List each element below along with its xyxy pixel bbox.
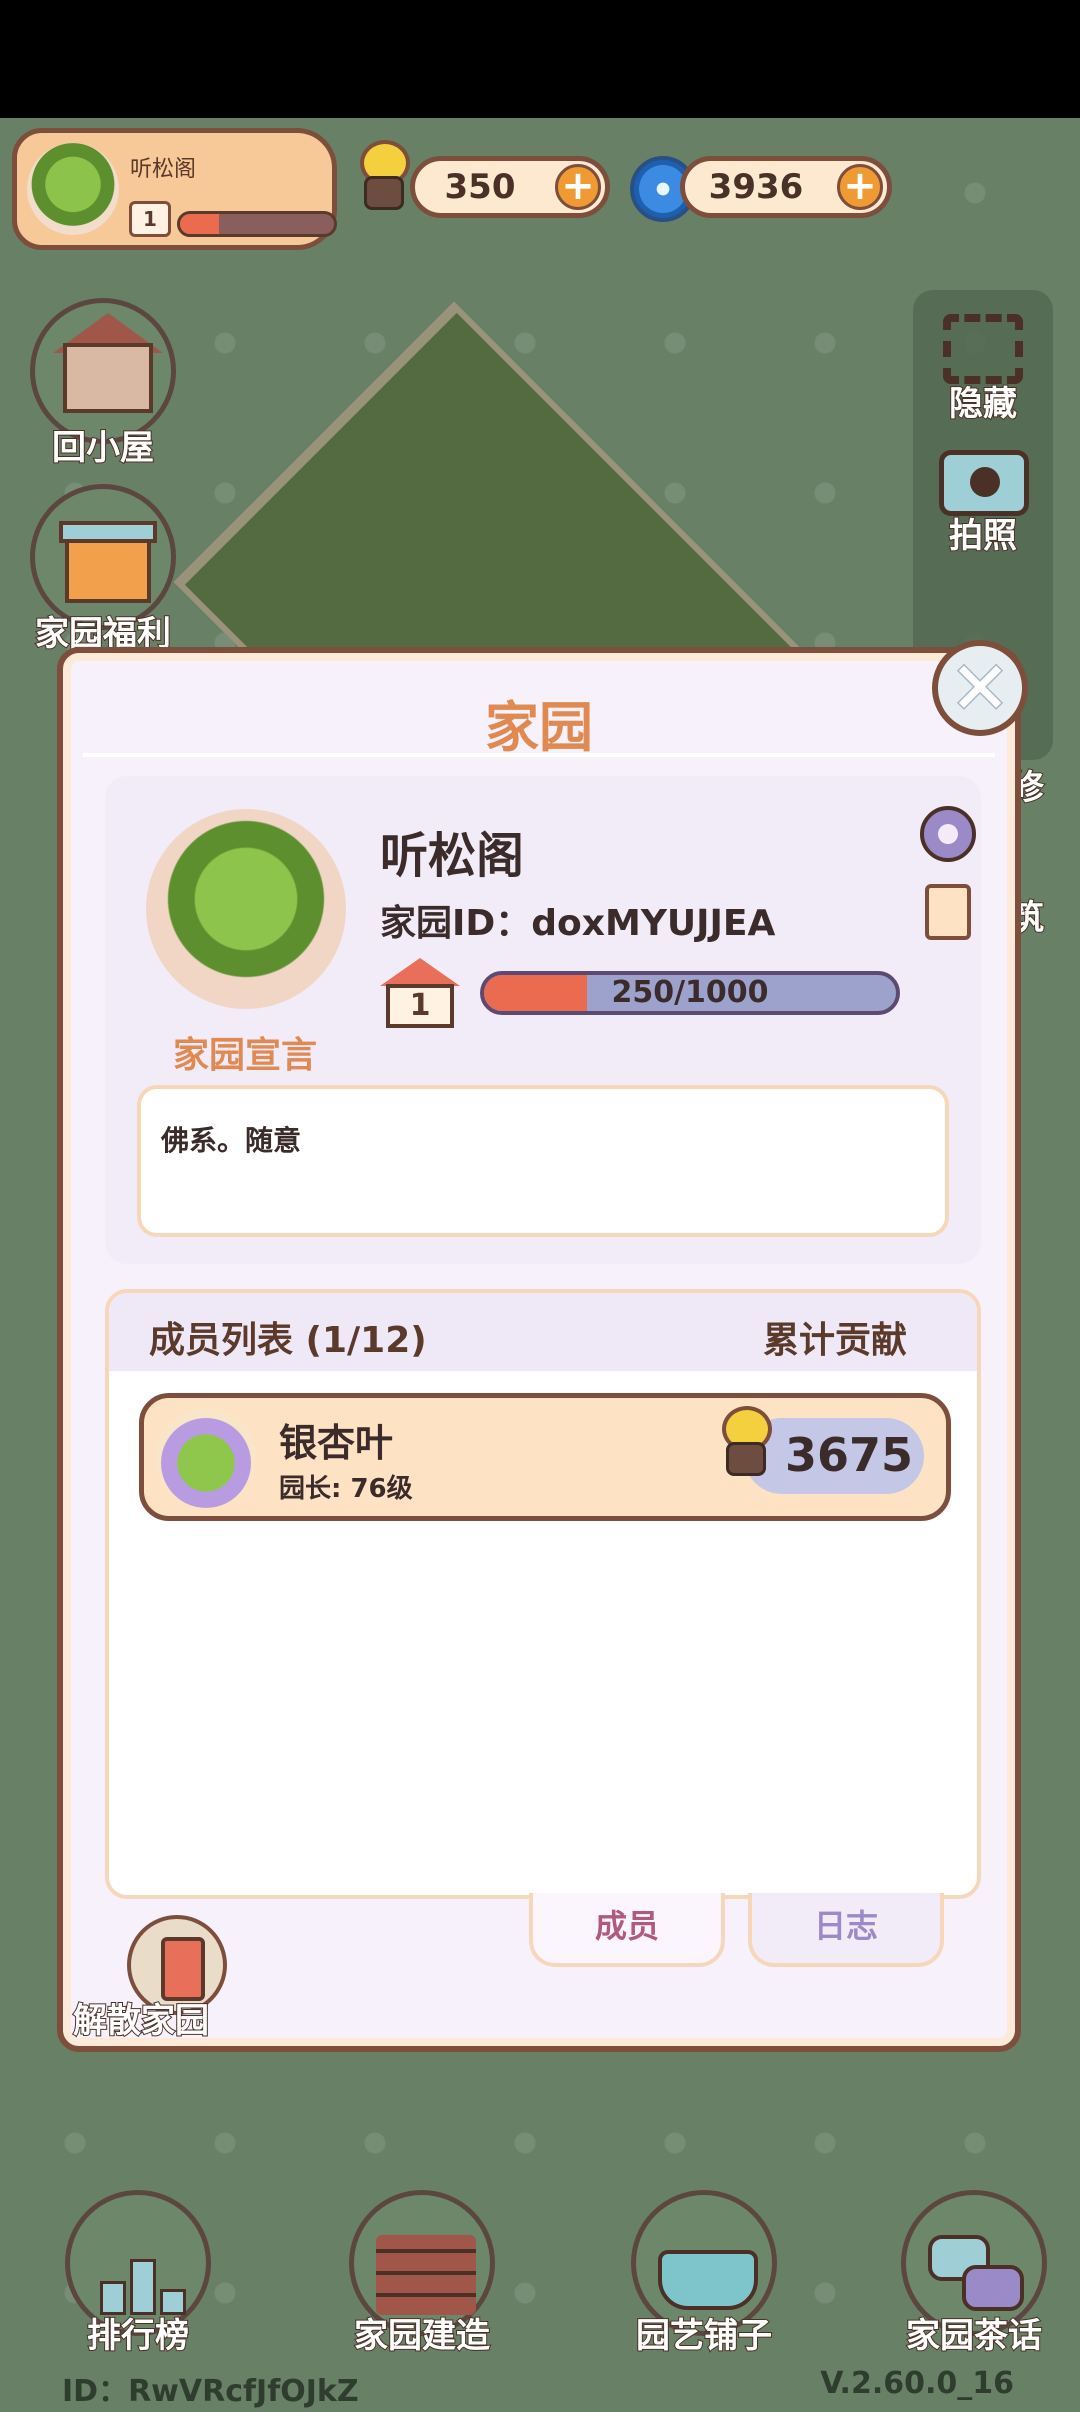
- members-header: 成员列表 (1/12) 累计贡献: [109, 1293, 977, 1371]
- manifesto-box[interactable]: 佛系。随意: [137, 1085, 949, 1237]
- title-divider: [83, 753, 995, 757]
- settings-gear-icon[interactable]: [920, 806, 976, 862]
- members-panel: 成员列表 (1/12) 累计贡献 银杏叶 园长: 76级 3675: [105, 1289, 981, 1899]
- home-info-card: 家园宣言 听松阁 家园ID：doxMYUJJEA 1 250/1000 佛系。随…: [105, 776, 981, 1264]
- home-name: 听松阁: [380, 828, 525, 884]
- nav-garden-shop-label: 园艺铺子: [635, 2315, 773, 2357]
- tab-log[interactable]: 日志: [748, 1893, 944, 1967]
- add-coins-button[interactable]: +: [555, 164, 601, 210]
- hud-home-name: 听松阁: [130, 157, 197, 182]
- version-label: V.2.60.0_16: [820, 2366, 1014, 2401]
- back-home-button[interactable]: 回小屋: [28, 298, 178, 469]
- home-dialog: 家园 家园宣言 听松阁 家园ID：doxMYUJJEA 1 250/1000 佛…: [57, 647, 1021, 2052]
- back-home-label: 回小屋: [51, 427, 155, 469]
- swirl-gem-counter: 3936 +: [680, 156, 892, 218]
- close-button[interactable]: ✕: [932, 640, 1028, 736]
- nav-home-building-label: 家园建造: [353, 2315, 491, 2357]
- snail-coin-counter: 350 +: [410, 156, 610, 218]
- copy-id-icon[interactable]: [925, 884, 971, 940]
- manifesto-text: 佛系。随意: [161, 1124, 302, 1157]
- home-exp-bar: 250/1000: [480, 971, 900, 1015]
- nav-ranking-label: 排行榜: [86, 2315, 190, 2357]
- contribution-value: 3675: [784, 1428, 914, 1482]
- home-welfare-button[interactable]: 家园福利: [28, 484, 178, 655]
- member-avatar: [156, 1408, 256, 1508]
- hide-frame-icon[interactable]: [943, 314, 1023, 384]
- nav-ranking[interactable]: 排行榜: [38, 2190, 238, 2357]
- hud-home-progress-fill: [180, 214, 219, 234]
- home-level-value: 1: [386, 984, 454, 1028]
- player-id: ID：RwVRcfJfOJkZ: [62, 2374, 359, 2409]
- photo-label[interactable]: 拍照: [913, 508, 1053, 557]
- nav-home-building[interactable]: 家园建造: [322, 2190, 522, 2357]
- member-name: 银杏叶: [279, 1421, 394, 1465]
- members-title: 成员列表 (1/12): [149, 1320, 427, 1361]
- camera-icon[interactable]: [939, 450, 1029, 516]
- add-gems-button[interactable]: +: [837, 164, 883, 210]
- nav-home-chat[interactable]: 家园茶话: [874, 2190, 1074, 2357]
- hide-label[interactable]: 隐藏: [913, 376, 1053, 425]
- contribution-header: 累计贡献: [762, 1320, 907, 1361]
- dialog-title: 家园: [485, 696, 593, 759]
- home-level-badge: 1: [380, 958, 460, 1028]
- dissolve-home-label[interactable]: 解散家园: [72, 1993, 210, 2042]
- snail-coin-value: 350: [444, 167, 516, 207]
- nav-garden-shop[interactable]: 园艺铺子: [604, 2190, 804, 2357]
- member-role: 园长: 76级: [279, 1474, 413, 1504]
- home-plant-icon: [27, 143, 119, 235]
- tab-members[interactable]: 成员: [529, 1893, 725, 1967]
- member-row[interactable]: 银杏叶 园长: 76级 3675: [139, 1393, 951, 1521]
- home-avatar[interactable]: [146, 809, 346, 1009]
- snail-coin-icon: [350, 140, 416, 212]
- nav-home-chat-label: 家园茶话: [905, 2315, 1043, 2357]
- hud-home-level: 1: [129, 201, 171, 237]
- snail-coin-icon: [712, 1406, 778, 1478]
- hud-home-progress-bar: [177, 211, 337, 237]
- swirl-gem-value: 3936: [708, 167, 804, 207]
- manifesto-label: 家园宣言: [172, 1035, 317, 1076]
- home-exp-text: 250/1000: [611, 975, 769, 1010]
- home-id: 家园ID：doxMYUJJEA: [380, 903, 776, 944]
- home-summary-badge[interactable]: 听松阁 1: [12, 128, 337, 250]
- status-bar: [0, 0, 1080, 118]
